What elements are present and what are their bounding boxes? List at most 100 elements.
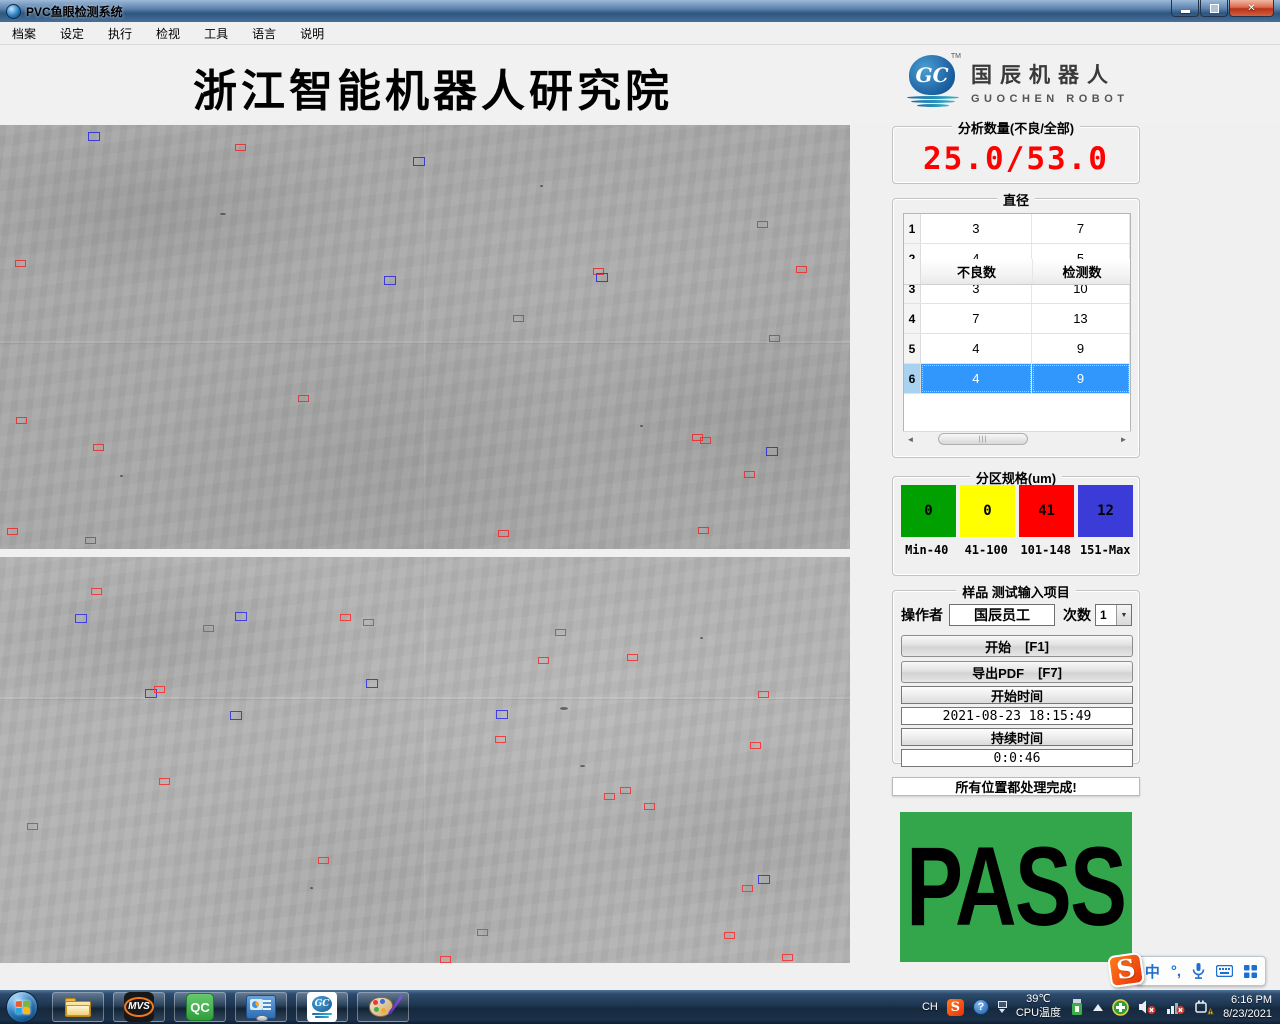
scroll-left-arrow-icon[interactable]: ◄ <box>903 432 918 446</box>
menu-item-1[interactable]: 档案 <box>0 22 48 45</box>
table-row[interactable]: 549 <box>904 334 1130 364</box>
column-header-detected[interactable]: 检测数 <box>1033 259 1131 284</box>
paint-palette-icon <box>369 994 397 1020</box>
restore-button[interactable] <box>1200 0 1228 17</box>
defect-marker-red <box>159 778 170 785</box>
defect-marker-blue <box>413 157 425 166</box>
clock[interactable]: 6:16 PM 8/23/2021 <box>1223 993 1272 1022</box>
mvs-icon: MVS <box>124 992 154 1022</box>
speaker-muted-icon[interactable] <box>1138 999 1157 1015</box>
camera-image-top <box>0 125 850 549</box>
column-header-bad[interactable]: 不良数 <box>921 259 1033 284</box>
start-button[interactable]: 开始[F1] <box>901 635 1133 657</box>
defect-marker-red <box>758 691 769 698</box>
diameter-label: 直径 <box>997 193 1035 208</box>
defect-marker-red <box>744 471 755 478</box>
help-tray-icon[interactable]: ? <box>973 999 989 1015</box>
zones-groupbox: 分区规格(um) 004112 Min-4041-100101-148151-M… <box>892 476 1140 576</box>
language-indicator[interactable]: CH <box>922 1001 938 1013</box>
menu-item-7[interactable]: 说明 <box>288 22 336 45</box>
menu-item-2[interactable]: 设定 <box>48 22 96 45</box>
analysis-groupbox: 分析数量(不良/全部) 25.0/53.0 <box>892 126 1140 184</box>
taskbar-item-explorer[interactable] <box>52 992 104 1022</box>
cpu-temp-widget[interactable]: 39℃ CPU温度 <box>1016 993 1061 1021</box>
table-hscrollbar[interactable]: ◄ ||| ► <box>903 431 1131 446</box>
cell-detected-count[interactable]: 7 <box>1032 214 1130 243</box>
operator-input[interactable]: 国辰员工 <box>949 604 1055 626</box>
status-message: 所有位置都处理完成! <box>892 777 1140 796</box>
logo-gc-icon: GC TM <box>905 53 961 111</box>
menu-item-6[interactable]: 语言 <box>240 22 288 45</box>
desktop-dock-icon[interactable] <box>998 1001 1007 1013</box>
defect-marker-red <box>203 625 214 632</box>
menu-item-5[interactable]: 工具 <box>192 22 240 45</box>
taskbar-item-guochen[interactable]: GC <box>296 992 348 1022</box>
window-title: PVC鱼眼检测系统 <box>26 3 123 20</box>
institute-title: 浙江智能机器人研究院 <box>148 55 718 119</box>
table-row[interactable]: 649 <box>904 364 1130 394</box>
defect-marker-blue <box>366 679 378 688</box>
usb-device-icon[interactable] <box>1070 998 1084 1016</box>
safety-plus-icon[interactable] <box>1112 999 1129 1016</box>
close-button[interactable]: ✕ <box>1229 0 1274 17</box>
start-button-orb[interactable] <box>6 991 38 1023</box>
defect-marker-blue <box>596 273 608 282</box>
sogou-logo-icon[interactable]: S <box>1107 952 1145 988</box>
power-warning-icon[interactable] <box>1194 999 1214 1015</box>
defect-marker-red <box>340 614 351 621</box>
cell-detected-count[interactable]: 9 <box>1032 364 1130 393</box>
taskbar-item-paint[interactable] <box>357 992 409 1022</box>
cell-detected-count[interactable]: 9 <box>1032 334 1130 363</box>
cell-bad-count[interactable]: 4 <box>921 334 1032 363</box>
times-value: 1 <box>1096 605 1116 625</box>
menu-item-3[interactable]: 执行 <box>96 22 144 45</box>
show-hidden-icons-arrow[interactable] <box>1093 1004 1103 1011</box>
start-time-value: 2021-08-23 18:15:49 <box>901 707 1133 725</box>
menu-item-4[interactable]: 检视 <box>144 22 192 45</box>
table-row[interactable]: 4713 <box>904 304 1130 334</box>
scroll-right-arrow-icon[interactable]: ► <box>1116 432 1131 446</box>
microphone-icon[interactable] <box>1192 963 1205 979</box>
defect-marker-red <box>782 954 793 961</box>
taskbar-item-control-panel[interactable] <box>235 992 287 1022</box>
ime-punctuation[interactable]: °, <box>1171 963 1181 980</box>
defect-marker-red <box>750 742 761 749</box>
cell-bad-count[interactable]: 7 <box>921 304 1032 333</box>
defect-marker-red <box>363 619 374 626</box>
system-tray: CH S ? 39℃ CPU温度 6:16 PM 8/23/2021 <box>922 993 1280 1022</box>
zone-range-label-151-Max: 151-Max <box>1076 543 1136 557</box>
cell-bad-count[interactable]: 4 <box>921 364 1032 393</box>
defect-marker-red <box>698 527 709 534</box>
defect-marker-red <box>796 266 807 273</box>
defect-marker-red <box>91 588 102 595</box>
taskbar-item-mvs[interactable]: MVS <box>113 992 165 1022</box>
taskbar-item-qc[interactable]: QC <box>174 992 226 1022</box>
cell-detected-count[interactable]: 13 <box>1032 304 1130 333</box>
diameter-table[interactable]: 不良数检测数13724533104713549649 <box>903 213 1131 445</box>
export-pdf-button[interactable]: 导出PDF[F7] <box>901 661 1133 683</box>
defect-marker-red <box>318 857 329 864</box>
network-disconnected-icon[interactable] <box>1166 999 1185 1015</box>
result-indicator: PASS <box>900 812 1132 962</box>
zones-label: 分区规格(um) <box>970 471 1062 486</box>
start-time-header: 开始时间 <box>901 686 1133 704</box>
logo-name-cn: 国辰机器人 <box>971 59 1129 89</box>
ime-toolbar: S 中 °, <box>1136 956 1266 986</box>
sogou-tray-icon[interactable]: S <box>947 999 964 1016</box>
keyboard-icon[interactable] <box>1216 965 1233 977</box>
ime-mode-chinese[interactable]: 中 <box>1145 961 1160 982</box>
table-row[interactable]: 137 <box>904 214 1130 244</box>
toolbox-grid-icon[interactable] <box>1244 965 1257 978</box>
defect-marker-red <box>85 537 96 544</box>
minimize-button[interactable] <box>1171 0 1199 17</box>
chevron-down-icon[interactable]: ▼ <box>1116 605 1131 625</box>
duration-value: 0:0:46 <box>901 749 1133 767</box>
cell-bad-count[interactable]: 3 <box>921 214 1032 243</box>
table-header-row: 不良数检测数 <box>904 259 1131 285</box>
zone-count-box-41-100: 0 <box>960 485 1015 537</box>
row-header: 4 <box>904 304 921 333</box>
defect-marker-red <box>555 629 566 636</box>
times-dropdown[interactable]: 1 ▼ <box>1095 604 1132 626</box>
scrollbar-thumb[interactable]: ||| <box>938 433 1028 445</box>
defect-marker-red <box>620 787 631 794</box>
